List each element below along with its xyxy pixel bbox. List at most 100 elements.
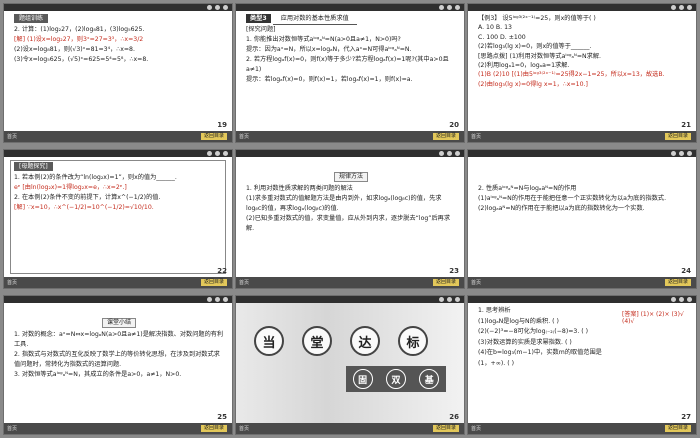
text-line: (2)(−2)³=−8可化为log₍₋₂₎(−8)=3. ( ) <box>478 328 589 335</box>
slide-thumbnail-20[interactable]: 类型3 应用对数的基本性质求值 [探究问题] 1. 你能推出对数恒等式aˡᵒᵍₐ… <box>236 4 464 142</box>
slide-thumbnail-19[interactable]: 题组训练 2. 计算：(1)log₂27，(2)log₈81，(3)log₅62… <box>4 4 232 142</box>
subtitle-char: 双 <box>385 369 406 389</box>
text-line: [思路点拨] (1)利用对数恒等式aˡᵒᵍₐᴺ=N求解. <box>478 52 601 60</box>
slide-content: 规律方法 1. 利用对数性质求解的两类问题的解法 (1)求多重对数式的值解题方法… <box>246 172 456 234</box>
text-line: (3)对数运算的实质是求幂指数. ( ) <box>478 338 572 346</box>
back-to-toc-button[interactable]: 返回目录 <box>200 279 227 286</box>
nav-dots-icon <box>439 296 460 303</box>
back-to-toc-button[interactable]: 返回目录 <box>432 133 459 140</box>
page-number: 24 <box>681 267 691 275</box>
title-char: 标 <box>398 326 428 356</box>
footer-home-link[interactable]: 首页 <box>471 425 481 432</box>
text-line: 【例3】 设5ˡᵒᵍ³⁽²ˣ⁻¹⁾=25，则x的值等于( ) <box>478 15 596 22</box>
text-line: eᵉ [由ln(log₂x)=1得log₂x=e，∴x=2ᵉ.] <box>14 184 127 191</box>
footer-home-link[interactable]: 首页 <box>7 279 17 286</box>
text-line: (2)利用logₐ1=0，logₐa=1求解. <box>478 62 570 70</box>
subtitle-char: 固 <box>352 369 373 389</box>
slide-topbar <box>236 296 464 303</box>
text-line: C. 100 D. ±100 <box>478 33 526 41</box>
slide-thumbnail-21[interactable]: 【例3】 设5ˡᵒᵍ³⁽²ˣ⁻¹⁾=25，则x的值等于( ) A. 10 B. … <box>468 4 696 142</box>
back-to-toc-button[interactable]: 返回目录 <box>664 133 691 140</box>
back-to-toc-button[interactable]: 返回目录 <box>200 133 227 140</box>
text-line: [解] ∵x=10，∴x^(−1/2)=10^(−1/2)=√10/10. <box>14 204 154 211</box>
text-line: 2. 若方程logₐf(x)=0，则f(x)等于多少?若方程logₐf(x)=1… <box>246 56 449 73</box>
text-line: A. 10 B. 13 <box>478 24 512 32</box>
slide-footer: 首页 返回目录 <box>236 423 464 434</box>
slide-thumbnail-27[interactable]: 1. 思考辨析 (1)logₐN是log与N的乘积. ( ) (2)(−2)³=… <box>468 296 696 434</box>
slide-footer: 首页 返回目录 <box>4 131 232 142</box>
slide-topbar <box>468 150 696 157</box>
text-line: (2)由log₃(lg x)=0得lg x=1，∴x=10.] <box>478 80 588 88</box>
slide-thumbnail-26[interactable]: 当 堂 达 标 固 双 基 26 首页 返回目录 <box>236 296 464 434</box>
text-line: (2)已知多重对数式的值，求变量值，应从外到内求，逐步脱去“log”后再求解. <box>246 215 451 232</box>
slide-content: [母题探究] 1. 若本例(2)的条件改为“ln(log₂x)=1”，则x的值为… <box>14 162 224 213</box>
slide-footer: 首页 返回目录 <box>468 277 696 288</box>
slide-footer: 首页 返回目录 <box>4 423 232 434</box>
subtitle-band: 固 双 基 <box>346 366 446 392</box>
footer-home-link[interactable]: 首页 <box>239 425 249 432</box>
text-line: (2)logₐaᴺ=N的作用在于能把以a为底的指数转化为一个实数. <box>478 205 645 212</box>
nav-dots-icon <box>439 4 460 11</box>
decorative-background <box>236 303 464 423</box>
nav-dots-icon <box>207 296 228 303</box>
slide-topbar <box>468 4 696 11</box>
slide-footer: 首页 返回目录 <box>236 277 464 288</box>
text-line: [解] (1)设x=log₂27，则3ˣ=27=3³，∴x=3/2 <box>14 36 144 43</box>
section-header: [母题探究] <box>14 162 53 171</box>
slide-content: 题组训练 2. 计算：(1)log₂27，(2)log₈81，(3)log₅62… <box>14 14 224 65</box>
text-line: 3. 对数恒等式aˡᵒᵍₐᴺ=N，其成立的条件是a>0，a≠1，N>0. <box>14 371 182 378</box>
text-line: 2. 指数式与对数式的互化反映了数学上的等价转化思想，在涉及到对数式求值问题时，… <box>14 351 220 368</box>
nav-dots-icon <box>439 150 460 157</box>
slide-thumbnail-22[interactable]: [母题探究] 1. 若本例(2)的条件改为“ln(log₂x)=1”，则x的值为… <box>4 150 232 288</box>
footer-home-link[interactable]: 首页 <box>7 133 17 140</box>
slide-content: 课堂小结 1. 对数的概念：aˣ=N⇔x=logₐN(a>0且a≠1)是解决指数… <box>14 318 224 380</box>
footer-home-link[interactable]: 首页 <box>239 279 249 286</box>
nav-dots-icon <box>671 4 692 11</box>
back-to-toc-button[interactable]: 返回目录 <box>432 425 459 432</box>
text-line: (3)令x=log₅625，(√5)ˣ=625=5⁴=5⁸，∴x=8. <box>14 56 149 63</box>
back-to-toc-button[interactable]: 返回目录 <box>432 279 459 286</box>
answer-text: [答案] (1)× (2)× (3)√ (4)√ <box>622 311 684 325</box>
page-number: 23 <box>449 267 459 275</box>
slide-content: 2. 性质aˡᵒᵍₐᴺ=N与logₐaᴺ=N的作用 (1)aˡᵒᵍₐᴺ=N的作用… <box>478 184 688 214</box>
slide-content: 【例3】 设5ˡᵒᵍ³⁽²ˣ⁻¹⁾=25，则x的值等于( ) A. 10 B. … <box>478 14 688 89</box>
text-line: (2)若log₃(lg x)=0，则x的值等于______. <box>478 43 592 51</box>
text-line: 1. 思考辨析 <box>478 307 511 314</box>
slide-thumbnail-23[interactable]: 规律方法 1. 利用对数性质求解的两类问题的解法 (1)求多重对数式的值解题方法… <box>236 150 464 288</box>
back-to-toc-button[interactable]: 返回目录 <box>664 425 691 432</box>
footer-home-link[interactable]: 首页 <box>471 279 481 286</box>
text-line: 1. 利用对数性质求解的两类问题的解法 <box>246 185 353 192</box>
back-to-toc-button[interactable]: 返回目录 <box>200 425 227 432</box>
slide-topbar <box>236 150 464 157</box>
nav-dots-icon <box>207 4 228 11</box>
type-title: 应用对数的基本性质求值 <box>272 14 357 25</box>
summary-tag: 课堂小结 <box>101 318 136 328</box>
text-line: 2. 在本例(2)条件不变的前提下，计算x^(−1/2)的值. <box>14 194 161 201</box>
sub-heading: [探究问题] <box>246 26 276 33</box>
section-title: 当 堂 达 标 <box>254 326 428 356</box>
subtitle-char: 基 <box>419 369 440 389</box>
footer-home-link[interactable]: 首页 <box>239 133 249 140</box>
footer-home-link[interactable]: 首页 <box>471 133 481 140</box>
page-number: 26 <box>449 413 459 421</box>
slide-topbar <box>4 150 232 157</box>
slide-topbar <box>468 296 696 303</box>
title-char: 堂 <box>302 326 332 356</box>
title-char: 达 <box>350 326 380 356</box>
text-line: 提示：因为aˣ=N，所以x=logₐN，代入aˣ=N可得aˡᵒᵍₐᴺ=N. <box>246 46 412 53</box>
title-char: 当 <box>254 326 284 356</box>
text-line: 提示：若logₐf(x)=0，则f(x)=1，若logₐf(x)=1，则f(x)… <box>246 76 413 83</box>
page-number: 20 <box>449 121 459 129</box>
text-line: 1. 对数的概念：aˣ=N⇔x=logₐN(a>0且a≠1)是解决指数、对数问题… <box>14 331 224 348</box>
slide-thumbnail-25[interactable]: 课堂小结 1. 对数的概念：aˣ=N⇔x=logₐN(a>0且a≠1)是解决指数… <box>4 296 232 434</box>
page-number: 27 <box>681 413 691 421</box>
slide-thumbnail-24[interactable]: 2. 性质aˡᵒᵍₐᴺ=N与logₐaᴺ=N的作用 (1)aˡᵒᵍₐᴺ=N的作用… <box>468 150 696 288</box>
footer-home-link[interactable]: 首页 <box>7 425 17 432</box>
text-line: (1)求多重对数式的值解题方法是由内到外，如求logₐ(logᵦc)的值，先求l… <box>246 195 442 212</box>
text-line: (4)在b=log₃(m−1)中，实数m的取值范围是(1，+∞). ( ) <box>478 349 602 367</box>
page-number: 19 <box>217 121 227 129</box>
page-number: 21 <box>681 121 691 129</box>
slide-footer: 首页 返回目录 <box>4 277 232 288</box>
slide-content: 1. 思考辨析 (1)logₐN是log与N的乘积. ( ) (2)(−2)³=… <box>478 306 618 369</box>
back-to-toc-button[interactable]: 返回目录 <box>664 279 691 286</box>
